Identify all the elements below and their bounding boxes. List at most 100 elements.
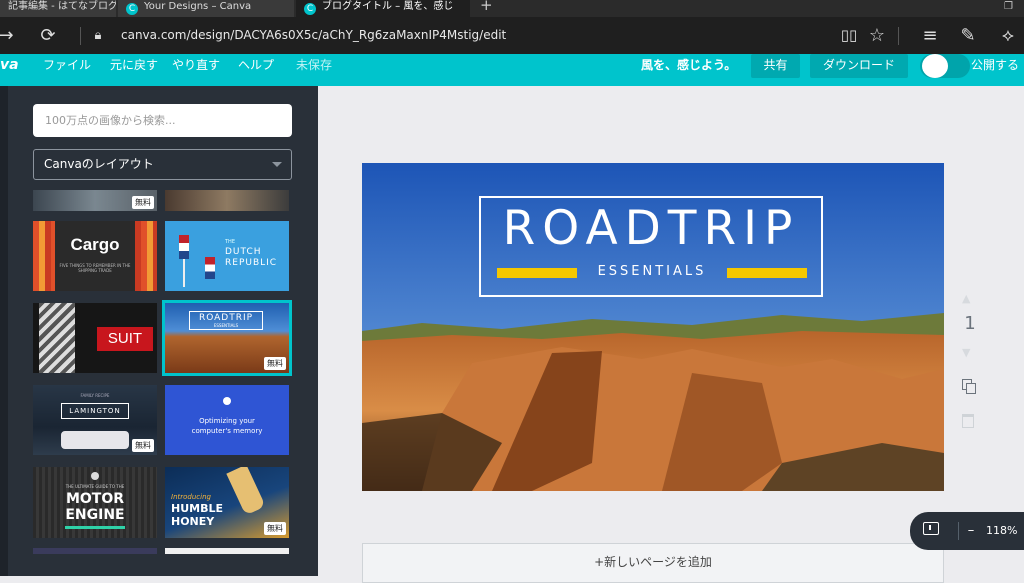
honey-dipper-graphic [226,467,266,516]
tab-title: Your Designs – Canva [144,1,252,12]
layout-thumb-optimizing[interactable]: Optimizing your computer's memory [165,385,289,455]
duplicate-page-icon[interactable] [960,378,978,396]
menu-undo[interactable]: 元に戻す [110,54,158,78]
move-page-down-icon[interactable]: ▼ [962,346,970,359]
duplicate-front [966,383,976,394]
page-number: 1 [964,313,976,334]
dutch-flag-icon [205,257,215,279]
motor-title-2: ENGINE [65,507,125,523]
lamington-title: LAMINGTON [61,403,129,419]
editor-menubar: va ファイル 元に戻す やり直す ヘルプ 未保存 風を、感じよう。 共有 ダウ… [0,54,1024,86]
add-new-page-button[interactable]: +新しいページを追加 [362,543,944,583]
optimizing-line-1: Optimizing your [199,417,255,425]
present-icon-bar [929,525,931,530]
reading-view-icon[interactable]: ▯▯ [838,17,860,54]
menu-file[interactable]: ファイル [43,54,91,78]
tab-title: ブログタイトル – 風を、感じ [322,1,454,12]
present-icon[interactable] [923,522,939,535]
design-subtitle-text[interactable]: ESSENTIALS [577,264,727,279]
accent-bar-right [727,268,807,278]
design-title-text[interactable]: ROADTRIP [479,201,823,256]
layout-thumb-partial-bottom-right[interactable] [165,548,289,554]
layout-thumb-suit[interactable]: SUIT [33,303,157,373]
browser-tab-hatena[interactable]: 記事編集 - はてなブログ [0,0,116,17]
publish-toggle[interactable] [920,54,970,78]
dutch-title-1: DUTCH [225,247,262,257]
dutch-small: THE [225,239,235,245]
menu-redo[interactable]: やり直す [172,54,220,78]
toggle-knob [922,54,948,78]
design-title[interactable]: 風を、感じよう。 [641,54,736,78]
address-bar: → ⟳ 🔒︎ canva.com/design/DACYA6s0X5c/aChY… [0,17,1024,54]
cargo-subtitle: FIVE THINGS TO REMEMBER IN THE SHIPPING … [59,263,131,273]
chevron-down-icon [272,162,282,167]
share-icon[interactable]: ⟡ [996,17,1020,54]
save-status: 未保存 [296,58,333,72]
free-badge: 無料 [132,196,154,209]
layout-thumb-motor-engine[interactable]: THE ULTIMATE GUIDE TO THE MOTOR ENGINE [33,467,157,538]
layout-thumbnail-grid: 無料 Cargo FIVE THINGS TO REMEMBER IN THE … [33,190,295,554]
gear-icon [91,472,99,480]
cargo-panel [55,221,135,291]
publish-label: 公開する [971,58,1020,72]
layout-thumb-lamington[interactable]: FAMILY RECIPE LAMINGTON 無料 [33,385,157,455]
honey-title-1: HUMBLE [171,502,223,515]
divider [80,27,81,45]
free-badge: 無料 [132,439,154,452]
browser-tab-strip: 記事編集 - はてなブログ C Your Designs – Canva C ブログ… [0,0,1024,17]
layout-thumb-dutch-republic[interactable]: THE DUTCH REPUBLIC [165,221,289,291]
free-badge: 無料 [264,522,286,535]
layout-thumb-partial-bottom-left[interactable] [33,548,157,554]
motor-title-1: MOTOR [65,491,125,507]
zoom-out-button[interactable]: – [964,512,978,550]
dutch-flag-icon [179,235,189,259]
restore-window-icon[interactable]: ❐ [996,0,1016,17]
design-page-roadtrip[interactable]: ROADTRIP ESSENTIALS [362,163,944,491]
canva-favicon-icon: C [304,3,316,15]
cargo-title: Cargo [70,235,120,254]
zoom-level[interactable]: 118% [986,512,1017,550]
browser-tab-your-designs[interactable]: C Your Designs – Canva [118,0,294,17]
url-field[interactable]: canva.com/design/DACYA6s0X5c/aChY_Rg6zaM… [121,17,506,54]
divider [898,27,899,45]
layout-thumb-partial-right[interactable] [165,190,289,211]
roadtrip-thumb-title: ROADTRIP [198,313,254,323]
favorite-star-icon[interactable]: ☆ [866,17,888,54]
delete-page-icon[interactable] [962,414,974,428]
honey-intro: Introducing [171,493,211,501]
move-page-up-icon[interactable]: ▲ [962,292,970,305]
refresh-icon[interactable]: ⟳ [36,17,60,54]
tab-title: 記事編集 - はてなブログ [8,1,116,12]
layout-thumb-cargo[interactable]: Cargo FIVE THINGS TO REMEMBER IN THE SHI… [33,221,157,291]
zoom-controls: – 118% [910,512,1024,550]
menu-help[interactable]: ヘルプ [238,54,274,78]
honey-title-2: HONEY [171,515,215,528]
forward-icon[interactable]: → [0,17,16,54]
hub-menu-icon[interactable]: ≡ [918,17,942,54]
dutch-title-2: REPUBLIC [225,258,278,268]
motor-top: THE ULTIMATE GUIDE TO THE [65,484,125,489]
download-button[interactable]: ダウンロード [810,54,908,78]
motor-accent-bar [65,526,125,529]
new-tab-button[interactable]: + [472,0,496,17]
chip-icon [223,397,231,405]
layout-thumb-humble-honey[interactable]: Introducing HUMBLE HONEY 無料 [165,467,289,538]
free-badge: 無料 [264,357,286,370]
divider [958,522,959,540]
lock-icon: 🔒︎ [94,28,102,43]
image-search-input[interactable]: 100万点の画像から検索... [33,104,292,137]
lamington-top: FAMILY RECIPE [80,393,110,398]
sidebar-tab-rail[interactable] [0,86,8,576]
share-button[interactable]: 共有 [751,54,800,78]
canva-logo[interactable]: va [0,54,19,78]
layout-thumb-roadtrip-selected[interactable]: ROADTRIP ESSENTIALS 無料 [162,300,292,376]
optimizing-line-2: computer's memory [191,427,263,435]
layout-thumb-partial-left[interactable]: 無料 [33,190,157,211]
browser-tab-active[interactable]: C ブログタイトル – 風を、感じ [296,0,470,17]
layout-select-value: Canvaのレイアウト [44,157,154,171]
tie-graphic [39,303,75,373]
web-note-icon[interactable]: ✎ [956,17,980,54]
canva-favicon-icon: C [126,3,138,15]
roadtrip-thumb-subtitle: ESSENTIALS [213,323,239,328]
layout-select[interactable]: Canvaのレイアウト [33,149,292,180]
